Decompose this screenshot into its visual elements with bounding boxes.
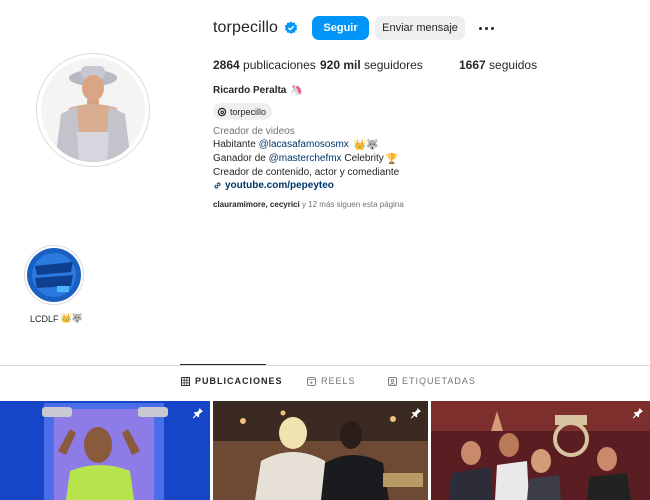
post-image bbox=[213, 401, 428, 500]
trophy-emoji: 🏆 bbox=[385, 154, 399, 165]
posts-grid bbox=[0, 401, 650, 500]
tagged-icon bbox=[388, 376, 397, 386]
posts-label: publicaciones bbox=[243, 58, 316, 72]
followed-by[interactable]: clauramimore, cecyrici y 12 más siguen e… bbox=[213, 200, 404, 209]
bio-line-2-prefix: Ganador de bbox=[213, 153, 269, 164]
grid-icon bbox=[181, 376, 190, 386]
highlight-label-text: LCDLF bbox=[30, 313, 59, 324]
full-name: Ricardo Peralta 🦄 bbox=[213, 85, 303, 96]
more-options-icon[interactable] bbox=[475, 16, 498, 40]
la-casa-de-los-famosos-logo bbox=[27, 248, 81, 302]
profile-avatar[interactable] bbox=[41, 58, 145, 162]
threads-icon bbox=[217, 107, 227, 116]
post-image bbox=[431, 401, 650, 500]
highlight-label-emoji: 👑🐺 bbox=[60, 313, 83, 323]
bio-link-text: youtube.com/pepeyteo bbox=[225, 180, 334, 191]
tab-publicaciones[interactable]: PUBLICACIONES bbox=[181, 376, 283, 386]
followed-by-suffix: y 12 más siguen esta página bbox=[299, 200, 404, 209]
profile-header-row: torpecillo Seguir Enviar mensaje bbox=[213, 16, 498, 40]
verified-badge-icon bbox=[284, 21, 298, 34]
follow-button[interactable]: Seguir bbox=[312, 16, 370, 40]
reels-icon bbox=[307, 376, 316, 386]
stat-posts: 2864 publicaciones bbox=[213, 58, 320, 72]
pinned-icon bbox=[192, 408, 203, 419]
tabs-divider bbox=[0, 365, 650, 366]
following-count: 1667 bbox=[459, 58, 486, 72]
bio-line-2: Ganador de @masterchefmx Celebrity 🏆 bbox=[213, 152, 399, 166]
username: torpecillo bbox=[213, 19, 279, 36]
followers-label: seguidores bbox=[364, 58, 423, 72]
active-tab-indicator bbox=[180, 364, 266, 365]
profile-stats: 2864 publicaciones 920 mil seguidores 16… bbox=[213, 58, 537, 72]
post-thumbnail[interactable] bbox=[213, 401, 428, 500]
bio-category: Creador de videos bbox=[213, 126, 295, 137]
bio-link[interactable]: youtube.com/pepeyteo bbox=[213, 179, 399, 192]
highlight-ring bbox=[24, 245, 84, 305]
profile-tabs: PUBLICACIONES REELS ETIQUETADAS bbox=[0, 376, 650, 392]
bio: Creador de videos Habitante @lacasafamos… bbox=[213, 125, 399, 192]
link-icon bbox=[214, 182, 221, 189]
post-thumbnail[interactable] bbox=[431, 401, 650, 500]
bio-line-1-prefix: Habitante bbox=[213, 139, 259, 150]
tab-label: PUBLICACIONES bbox=[195, 376, 283, 386]
highlight-label: LCDLF 👑🐺 bbox=[30, 313, 83, 324]
bio-line-1: Habitante @lacasafamososmx 👑🐺 bbox=[213, 138, 399, 152]
unicorn-emoji: 🦄 bbox=[290, 85, 303, 96]
post-image bbox=[0, 401, 210, 500]
send-message-button[interactable]: Enviar mensaje bbox=[375, 16, 466, 40]
pinned-icon bbox=[410, 408, 421, 419]
tab-label: REELS bbox=[321, 376, 356, 386]
stat-following[interactable]: 1667 seguidos bbox=[459, 58, 537, 72]
tab-reels[interactable]: REELS bbox=[307, 376, 356, 386]
stat-followers[interactable]: 920 mil seguidores bbox=[320, 58, 459, 72]
bio-line-2-suffix: Celebrity bbox=[341, 153, 384, 164]
threads-handle: torpecillo bbox=[230, 106, 267, 117]
avatar-image bbox=[41, 58, 145, 162]
profile-avatar-ring[interactable] bbox=[36, 53, 150, 167]
mention-masterchefmx[interactable]: @masterchefmx bbox=[269, 153, 342, 164]
post-thumbnail[interactable] bbox=[0, 401, 210, 500]
tab-label: ETIQUETADAS bbox=[402, 376, 476, 386]
crown-wolf-emoji: 👑🐺 bbox=[353, 140, 379, 151]
story-highlight[interactable]: LCDLF 👑🐺 bbox=[24, 245, 84, 324]
tab-etiquetadas[interactable]: ETIQUETADAS bbox=[388, 376, 476, 386]
posts-count: 2864 bbox=[213, 58, 240, 72]
full-name-text: Ricardo Peralta bbox=[213, 85, 287, 96]
followers-count: 920 mil bbox=[320, 58, 361, 72]
following-label: seguidos bbox=[489, 58, 538, 72]
threads-badge[interactable]: torpecillo bbox=[213, 103, 273, 120]
highlight-cover bbox=[27, 248, 81, 302]
pinned-icon bbox=[632, 408, 643, 419]
bio-line-3: Creador de contenido, actor y comediante bbox=[213, 167, 400, 178]
mention-lacasafamososmx[interactable]: @lacasafamososmx bbox=[259, 139, 349, 150]
followed-by-names: clauramimore, cecyrici bbox=[213, 200, 300, 209]
